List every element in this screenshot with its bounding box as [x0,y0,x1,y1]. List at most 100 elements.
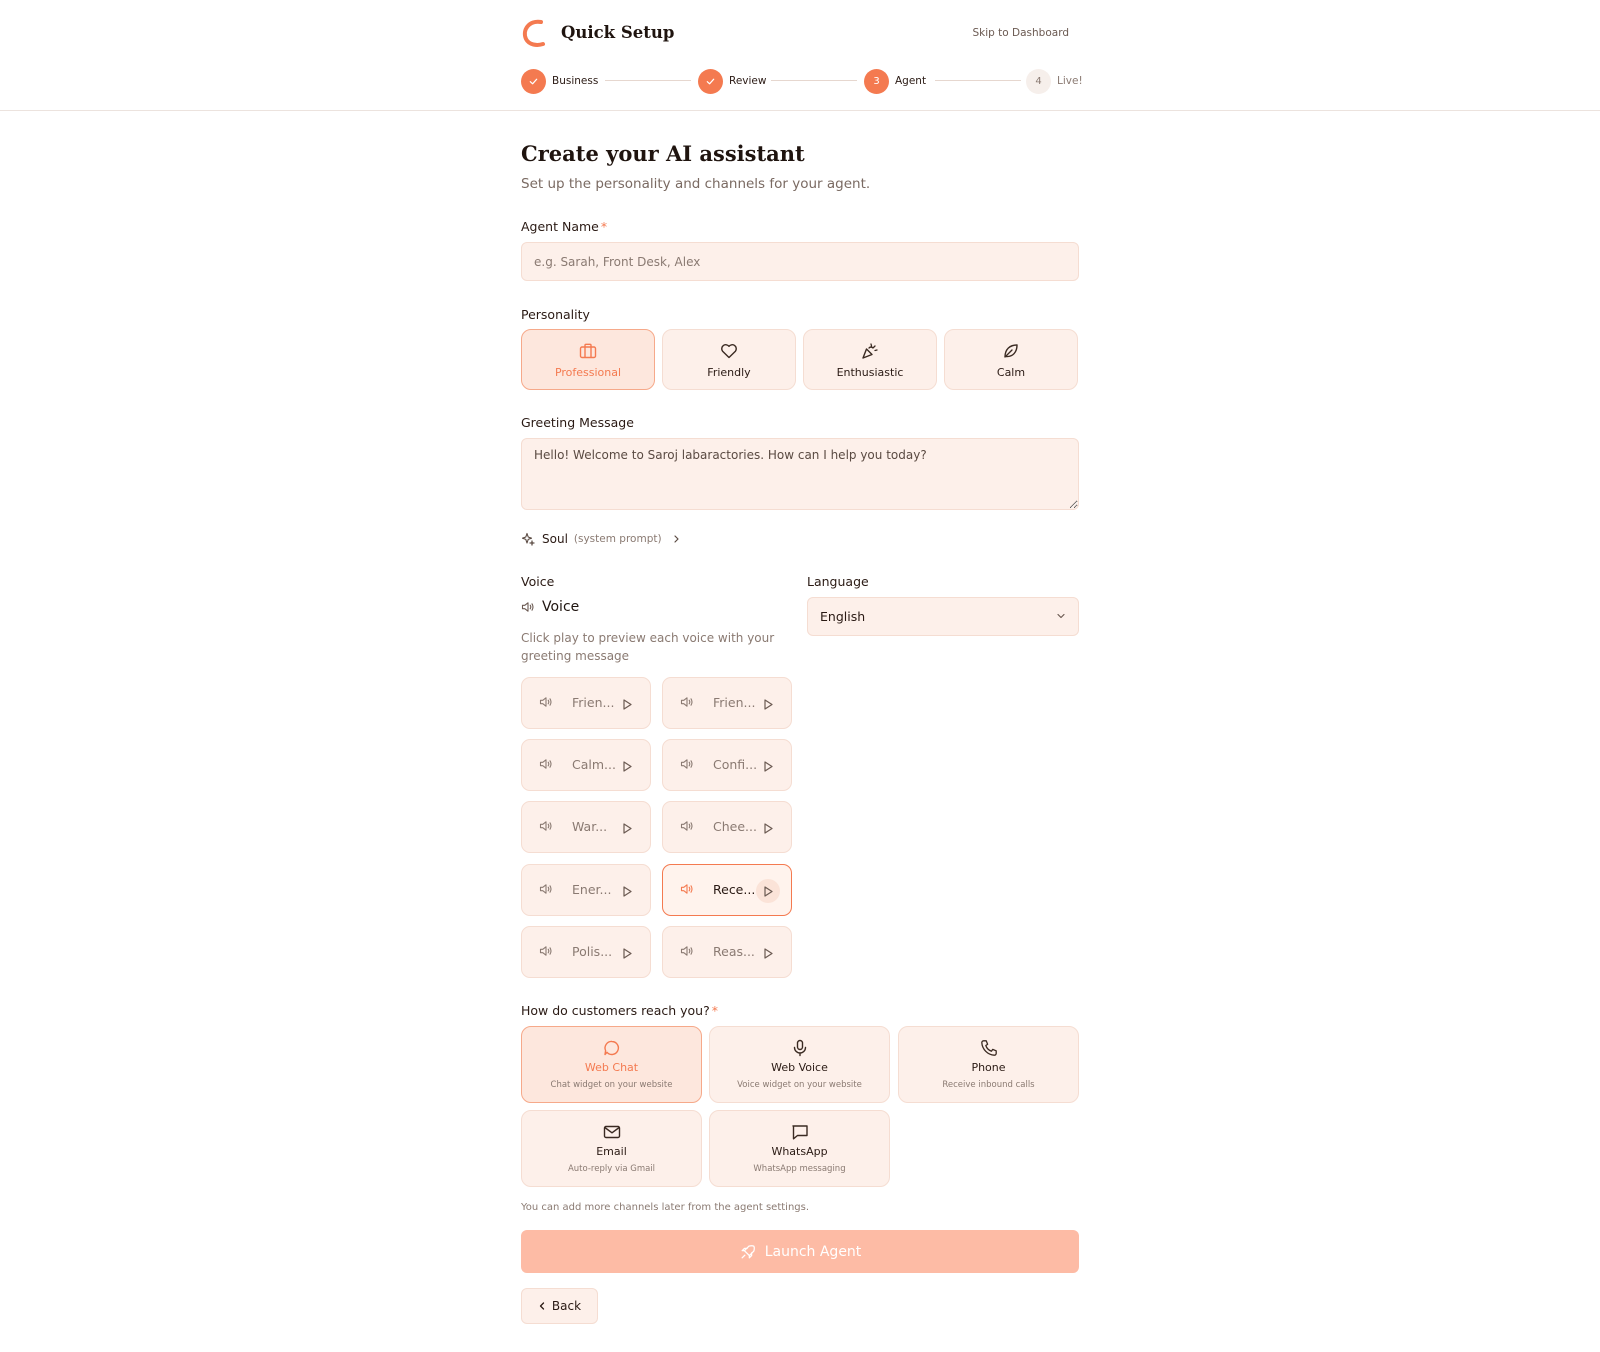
personality-professional[interactable]: Professional [521,329,655,390]
setup-stepper: Business Review 3 Agent 4 Live! [521,68,1083,94]
personality-label-text: Calm [996,365,1026,379]
channel-title: Phone [971,1061,1006,1074]
personality-label-text: Enthusiastic [836,365,904,379]
speaker-icon [680,821,693,831]
speaker-icon [539,697,552,707]
microphone-icon [793,1039,806,1057]
soul-system-prompt-toggle[interactable]: Soul (system prompt) [521,532,681,546]
channels-label-text: How do customers reach you? [521,1003,710,1018]
personality-friendly[interactable]: Friendly [662,329,796,390]
speaker-icon [539,946,552,956]
voice-option[interactable]: Frien... [662,677,792,729]
personality-calm[interactable]: Calm [944,329,1078,390]
channel-title: Web Voice [771,1061,828,1074]
voice-label: Voice [521,574,555,589]
channels-label: How do customers reach you? * [521,1003,718,1018]
voice-option[interactable]: Frien... [521,677,651,729]
personality-options: Professional Friendly Enthusiastic Calm [521,329,1079,390]
channel-title: WhatsApp [771,1145,828,1158]
play-icon[interactable] [756,941,780,965]
back-label: Back [551,1299,582,1313]
voice-name: Polis... [572,944,613,959]
channel-subtitle: Receive inbound calls [942,1080,1035,1090]
stepper-connector [771,80,857,81]
party-popper-icon [862,342,878,359]
personality-enthusiastic[interactable]: Enthusiastic [803,329,937,390]
chevron-left-icon [539,1302,545,1310]
voice-option[interactable]: Reas... [662,926,792,978]
voice-option[interactable]: Calm... [521,739,651,791]
page-subtitle: Set up the personality and channels for … [521,176,871,192]
language-select[interactable]: English [807,597,1079,636]
step-business[interactable]: Business [521,68,598,94]
channel-whatsapp[interactable]: WhatsApp WhatsApp messaging [709,1110,890,1187]
voice-option[interactable]: Ener... [521,864,651,916]
required-mark: * [711,1003,718,1018]
channel-email[interactable]: Email Auto-reply via Gmail [521,1110,702,1187]
mail-icon [603,1125,620,1139]
greeting-message-textarea[interactable]: Hello! Welcome to Saroj labaractories. H… [521,438,1079,510]
launch-agent-label: Launch Agent [764,1243,862,1260]
play-icon[interactable] [615,879,639,903]
voice-heading: Voice [521,599,579,615]
channel-web-voice[interactable]: Web Voice Voice widget on your website [709,1026,890,1103]
stepper-connector [935,80,1021,81]
rocket-icon [741,1244,755,1258]
play-icon[interactable] [756,692,780,716]
voice-option[interactable]: War... [521,801,651,853]
phone-icon [980,1040,997,1056]
voice-option[interactable]: Polis... [521,926,651,978]
play-icon[interactable] [615,754,639,778]
step-review[interactable]: Review [698,68,766,94]
voice-option-selected[interactable]: Rece... [662,864,792,916]
briefcase-icon [579,343,597,358]
message-square-icon [791,1125,808,1140]
voice-name: War... [572,819,608,834]
launch-agent-button[interactable]: Launch Agent [521,1230,1079,1273]
speaker-icon [539,821,552,831]
voice-name: Ener... [572,882,612,897]
speaker-icon [680,884,693,894]
top-bar: Quick Setup Skip to Dashboard Business R… [0,0,1600,111]
voice-name: Rece... [713,882,756,897]
sparkles-icon [521,532,535,546]
speaker-icon [680,946,693,956]
chat-bubble-icon [603,1040,619,1056]
back-button[interactable]: Back [521,1288,598,1324]
channel-subtitle: Chat widget on your website [550,1080,673,1090]
channel-subtitle: Auto-reply via Gmail [567,1164,656,1174]
stepper-connector [605,80,691,81]
page-title: Create your AI assistant [521,141,805,166]
play-icon[interactable] [615,941,639,965]
heart-icon [721,343,737,358]
channel-title: Email [596,1145,627,1158]
channel-web-chat[interactable]: Web Chat Chat widget on your website [521,1026,702,1103]
step-live: 4 Live! [1026,68,1083,94]
voice-name: Calm... [572,757,616,772]
speaker-icon [539,884,552,894]
play-icon[interactable] [615,692,639,716]
voice-option[interactable]: Confi... [662,739,792,791]
step-label: Business [552,75,599,87]
voice-name: Confi... [713,757,758,772]
voice-name: Reas... [713,944,755,959]
channel-phone[interactable]: Phone Receive inbound calls [898,1026,1079,1103]
skip-to-dashboard-link[interactable]: Skip to Dashboard [972,27,1069,39]
soul-label: Soul [542,532,568,546]
personality-label: Personality [521,307,590,322]
greeting-label: Greeting Message [521,415,634,430]
voice-heading-text: Voice [542,599,580,615]
play-icon[interactable] [756,816,780,840]
play-icon[interactable] [615,816,639,840]
agent-name-input[interactable] [521,242,1079,281]
channels-note: You can add more channels later from the… [521,1202,810,1213]
step-agent[interactable]: 3 Agent [864,68,926,94]
play-icon[interactable] [756,754,780,778]
step-label: Agent [895,75,927,87]
chevron-right-icon [673,535,679,543]
app-title: Quick Setup [561,23,675,42]
step-label: Live! [1057,75,1083,87]
voice-option[interactable]: Chee... [662,801,792,853]
play-icon[interactable] [756,879,780,903]
step-number: 3 [864,68,889,94]
